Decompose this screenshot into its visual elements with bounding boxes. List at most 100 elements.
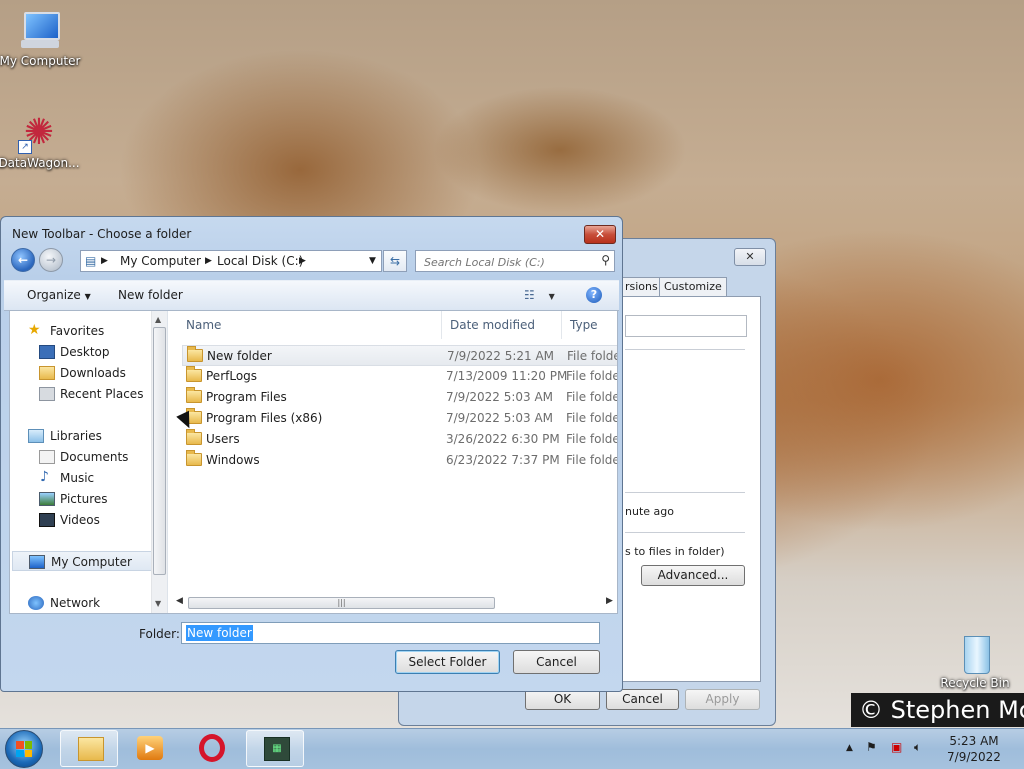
folder-icon (186, 450, 202, 466)
column-header-name[interactable]: Name (178, 311, 442, 339)
nav-music[interactable]: ♪ Music (10, 468, 158, 488)
advanced-button[interactable]: Advanced... (641, 565, 745, 586)
nav-scrollbar[interactable]: ▲ ▼ (151, 311, 167, 613)
tab-previous-versions[interactable]: rsions (620, 277, 663, 296)
properties-name-field[interactable] (625, 315, 747, 337)
computer-small-icon: ▤ (85, 254, 97, 268)
cancel-button[interactable]: Cancel (513, 650, 600, 674)
apply-button[interactable]: Apply (685, 689, 760, 710)
chevron-down-icon[interactable]: ▼ (369, 256, 376, 266)
command-toolbar: Organize ▼ New folder ☷ ▼ ? (4, 280, 619, 311)
forward-button[interactable]: → (39, 248, 63, 272)
divider (625, 349, 745, 350)
nav-favorites[interactable]: ★ Favorites (10, 321, 158, 341)
desktop-icon-label: Recycle Bin (940, 676, 1010, 690)
chevron-right-icon[interactable]: ▶ (205, 256, 212, 266)
datawagon-app-icon: ▦ (264, 737, 290, 761)
divider (625, 492, 745, 493)
address-bar[interactable]: ▤ ▶ My Computer ▶ Local Disk (C:) ▶ ▼ (80, 250, 382, 272)
search-box[interactable]: ⚲ (415, 250, 615, 273)
taskbar-opera[interactable] (184, 730, 242, 767)
ok-button[interactable]: OK (525, 689, 600, 710)
pictures-icon (39, 492, 55, 506)
refresh-button[interactable]: ⇆ (383, 250, 407, 272)
tab-customize[interactable]: Customize (659, 277, 727, 296)
network-disconnected-icon[interactable]: ▣ (891, 740, 902, 754)
nav-scroll-thumb[interactable] (153, 327, 166, 575)
dialog-close-button[interactable]: ✕ (584, 225, 616, 244)
network-icon (28, 596, 44, 610)
nav-my-computer[interactable]: My Computer (12, 551, 160, 571)
scroll-up-icon[interactable]: ▲ (155, 315, 161, 324)
taskbar-media-player[interactable]: ▶ (120, 730, 178, 767)
show-hidden-icons-button[interactable]: ▲ (846, 743, 853, 753)
nav-downloads[interactable]: Downloads (10, 363, 158, 383)
libraries-icon (28, 429, 44, 443)
file-horizontal-scrollbar[interactable]: ◀ ||| ▶ (174, 595, 614, 611)
desktop-icon (39, 345, 55, 359)
new-folder-button[interactable]: New folder (118, 288, 183, 302)
properties-close-button[interactable]: ✕ (734, 248, 766, 266)
chevron-right-icon[interactable]: ▶ (101, 256, 108, 266)
shortcut-arrow-icon: ↗ (18, 140, 32, 154)
documents-icon (39, 450, 55, 464)
nav-videos[interactable]: Videos (10, 510, 158, 530)
volume-icon[interactable]: 🔈︎ (914, 740, 921, 755)
scroll-left-icon[interactable]: ◀ (176, 596, 183, 606)
back-button[interactable]: ← (11, 248, 35, 272)
view-options-icon[interactable]: ☷ ▼ (524, 288, 555, 302)
search-icon: ⚲ (601, 253, 610, 267)
choose-folder-dialog: New Toolbar - Choose a folder ✕ ← → ▤ ▶ … (0, 216, 623, 692)
file-row[interactable]: Users 3/26/2022 6:30 PM File folder (182, 429, 617, 450)
nav-desktop[interactable]: Desktop (10, 342, 158, 362)
star-icon: ★ (28, 322, 41, 338)
dialog-title: New Toolbar - Choose a folder (12, 227, 192, 241)
select-folder-button[interactable]: Select Folder (395, 650, 500, 674)
organize-button[interactable]: Organize ▼ (27, 288, 91, 302)
taskbar-windows-explorer[interactable] (60, 730, 118, 767)
downloads-folder-icon (39, 366, 55, 380)
action-center-icon[interactable]: ⚑ (866, 740, 877, 754)
desktop-icon-label: My Computer (0, 54, 81, 68)
nav-pictures[interactable]: Pictures (10, 489, 158, 509)
desktop-icon-recycle-bin[interactable]: Recycle Bin (932, 632, 1018, 690)
nav-documents[interactable]: Documents (10, 447, 158, 467)
file-row[interactable]: Program Files 7/9/2022 5:03 AM File fold… (182, 387, 617, 408)
breadcrumb-my-computer[interactable]: My Computer (120, 254, 201, 268)
folder-name-input[interactable]: New folder (181, 622, 600, 644)
start-button[interactable] (5, 730, 43, 768)
system-clock[interactable]: 5:23 AM 7/9/2022 (934, 733, 1014, 765)
chevron-right-icon[interactable]: ▶ (299, 256, 306, 266)
videos-icon (39, 513, 55, 527)
apply-to-files-text: s to files in folder) (625, 545, 725, 558)
taskbar-datawagon[interactable]: ▦ (246, 730, 304, 767)
file-row[interactable]: New folder 7/9/2022 5:21 AM File folder (182, 345, 617, 366)
file-row[interactable]: Windows 6/23/2022 7:37 PM File folder (182, 450, 617, 471)
file-row[interactable]: Program Files (x86) 7/9/2022 5:03 AM Fil… (182, 408, 617, 429)
file-list-pane: Name Date modified Type New folder 7/9/2… (168, 311, 617, 613)
nav-libraries[interactable]: Libraries (10, 426, 158, 446)
nav-recent-places[interactable]: Recent Places (10, 384, 158, 404)
properties-cancel-button[interactable]: Cancel (606, 689, 679, 710)
scroll-right-icon[interactable]: ▶ (606, 596, 613, 606)
column-header-date-modified[interactable]: Date modified (442, 311, 562, 339)
horizontal-scroll-thumb[interactable]: ||| (188, 597, 495, 609)
scroll-down-icon[interactable]: ▼ (155, 599, 161, 608)
folder-icon (187, 346, 203, 362)
folder-name-selection: New folder (186, 625, 253, 641)
help-icon[interactable]: ? (586, 287, 602, 303)
clock-time: 5:23 AM (949, 734, 999, 748)
desktop-icon-my-computer[interactable]: My Computer (0, 10, 83, 68)
modified-text: nute ago (625, 505, 674, 518)
refresh-icon: ⇆ (389, 254, 401, 268)
nav-network[interactable]: Network (10, 593, 158, 613)
navigation-pane: ★ Favorites Desktop Downloads Recent Pla… (10, 311, 168, 613)
music-icon: ♪ (40, 469, 49, 485)
desktop-icon-datawagon[interactable]: ✺ ↗ DataWagon... (0, 112, 82, 170)
breadcrumb-local-disk[interactable]: Local Disk (C:) (217, 254, 303, 268)
column-header-type[interactable]: Type (562, 311, 617, 339)
clock-date: 7/9/2022 (947, 750, 1001, 764)
file-row[interactable]: PerfLogs 7/13/2009 11:20 PM File folder (182, 366, 617, 387)
folder-icon (186, 429, 202, 445)
search-input[interactable] (416, 251, 606, 273)
